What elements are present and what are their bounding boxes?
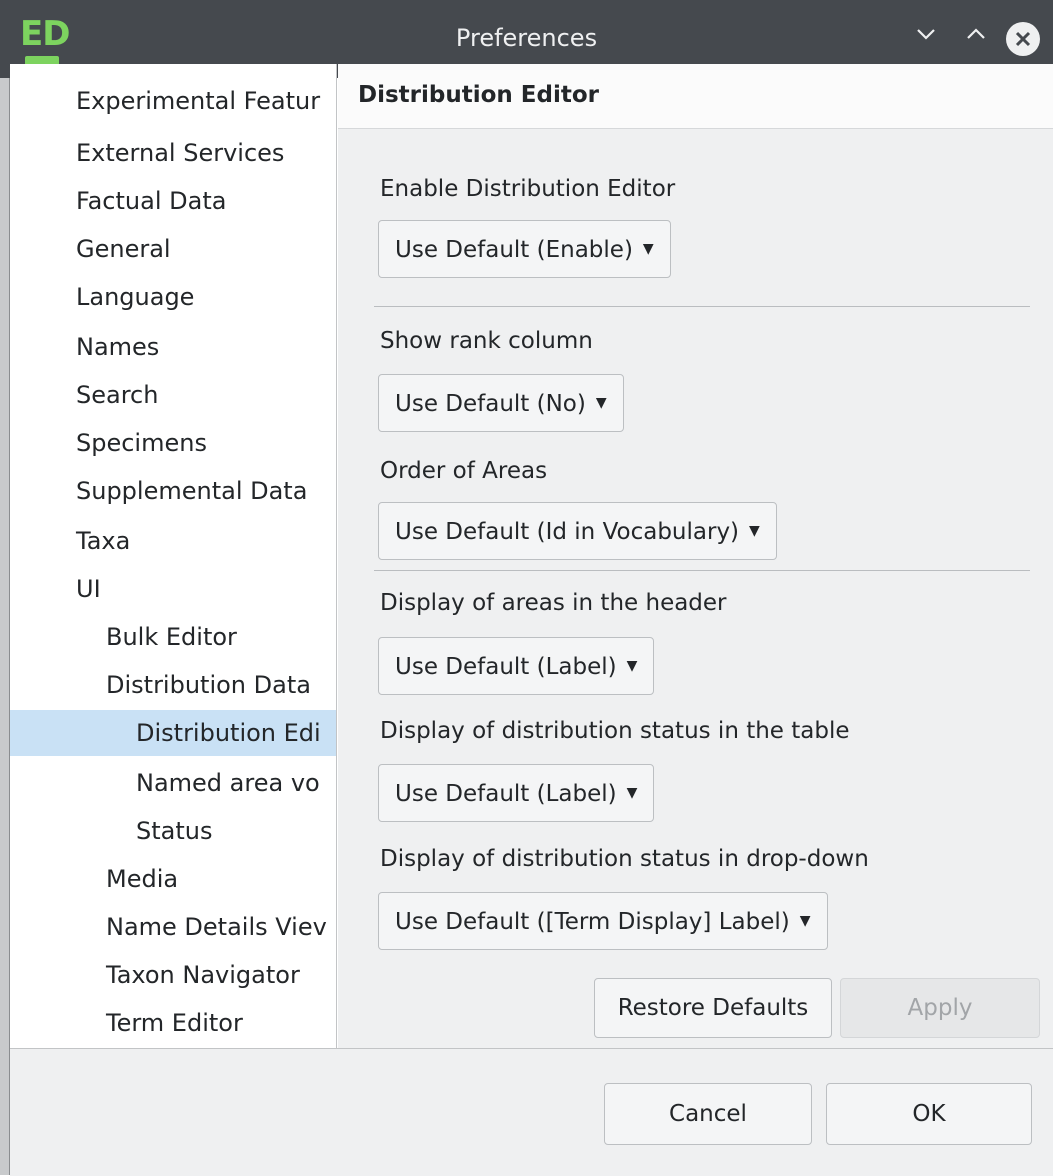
tree-item[interactable]: Language [10,274,336,320]
tree-item[interactable]: Supplemental Data [10,468,336,514]
restore-defaults-button[interactable]: Restore Defaults [594,978,832,1038]
dropdown-arrow-icon: ▼ [642,240,654,257]
dropdown-arrow-icon: ▼ [626,784,638,801]
panel-header: Distribution Editor [338,64,1053,129]
enable-editor-combo[interactable]: Use Default (Enable) ▼ [378,220,671,278]
preference-tree[interactable]: Experimental Featur External Services Fa… [10,64,337,1048]
tree-item[interactable]: Distribution Data [10,662,336,708]
tree-item[interactable]: Specimens [10,420,336,466]
dropdown-arrow-icon: ▼ [595,394,607,411]
setting-label: Display of areas in the header [380,590,727,616]
area-display-combo[interactable]: Use Default (Label) ▼ [378,637,655,695]
tree-item-selected[interactable]: Distribution Edi [10,710,336,756]
order-areas-combo[interactable]: Use Default (Id in Vocabulary) ▼ [378,502,777,560]
chevron-up-icon[interactable] [958,20,994,56]
cancel-button[interactable]: Cancel [604,1083,812,1145]
separator [374,306,1030,307]
tree-item[interactable]: Named area vo [10,760,336,806]
setting-label: Order of Areas [380,458,548,484]
status-dropdown-combo[interactable]: Use Default ([Term Display] Label) ▼ [378,892,828,950]
setting-label: Enable Distribution Editor [380,176,676,202]
chevron-down-icon[interactable] [908,20,944,56]
show-rank-combo[interactable]: Use Default (No) ▼ [378,374,624,432]
window-edge [0,78,10,1175]
page-title: Distribution Editor [358,82,599,108]
dropdown-arrow-icon: ▼ [626,657,638,674]
setting-label: Show rank column [380,328,593,354]
dropdown-arrow-icon: ▼ [799,912,811,929]
tree-item[interactable]: Status [10,808,336,854]
tree-item[interactable]: Factual Data [10,178,336,224]
dropdown-arrow-icon: ▼ [749,522,760,539]
apply-button[interactable]: Apply [840,978,1040,1038]
dialog-button-bar: Cancel OK [10,1048,1053,1176]
close-icon[interactable] [1006,22,1040,56]
tree-item[interactable]: Name Details Viev [10,904,336,950]
setting-label: Display of distribution status in the ta… [380,718,850,744]
settings-panel: Distribution Editor Enable Distribution … [338,64,1053,1048]
ok-button[interactable]: OK [826,1083,1032,1145]
tree-item[interactable]: Taxa [10,518,336,564]
tree-item[interactable]: External Services [10,130,336,176]
tree-item[interactable]: Media [10,856,336,902]
tree-item[interactable]: UI [10,566,336,612]
tree-item[interactable]: Term Editor [10,1000,336,1046]
tree-item[interactable]: Experimental Featur [10,78,336,124]
tree-item[interactable]: Bulk Editor [10,614,336,660]
tree-item[interactable]: Search [10,372,336,418]
tree-item[interactable]: General [10,226,336,272]
tree-item[interactable]: Names [10,324,336,370]
window-title: Preferences [455,24,598,52]
status-table-combo[interactable]: Use Default (Label) ▼ [378,764,655,822]
separator [374,570,1030,571]
tree-item[interactable]: Taxon Navigator [10,952,336,998]
setting-label: Display of distribution status in drop-d… [380,846,869,872]
